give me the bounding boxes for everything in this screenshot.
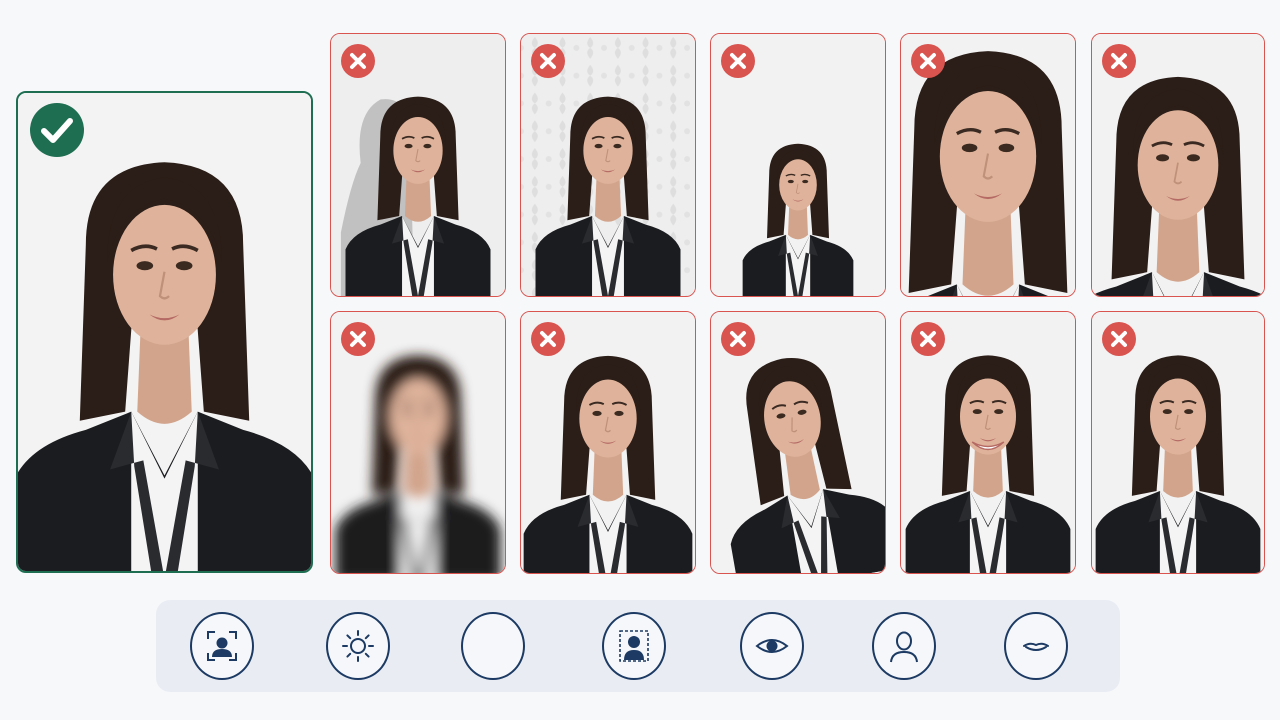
neutral-mouth-button[interactable] bbox=[1004, 612, 1068, 680]
rejected-photo-shadow[interactable] bbox=[330, 33, 506, 297]
rejected-photo-looking-away[interactable] bbox=[520, 311, 696, 574]
x-icon bbox=[911, 322, 945, 356]
rejected-photo-too-far[interactable] bbox=[710, 33, 886, 297]
rejected-photo-too-close[interactable] bbox=[900, 33, 1076, 297]
rejected-photo-heavy-makeup[interactable] bbox=[1091, 311, 1265, 574]
x-icon bbox=[341, 44, 375, 78]
rejected-photo-cropped[interactable] bbox=[1091, 33, 1265, 297]
rejected-photo-pattern[interactable] bbox=[520, 33, 696, 297]
rejected-photo-blurry[interactable] bbox=[330, 311, 506, 574]
rejected-photo-smiling[interactable] bbox=[900, 311, 1076, 574]
accepted-photo-card[interactable] bbox=[16, 91, 313, 573]
head-shoulders-button[interactable] bbox=[872, 612, 936, 680]
guideline-icon-bar bbox=[156, 600, 1120, 692]
circle-icon bbox=[473, 626, 513, 666]
neutral-mouth-icon bbox=[1023, 642, 1049, 651]
plain-circle-button[interactable] bbox=[461, 612, 525, 680]
x-icon bbox=[721, 322, 755, 356]
head-shoulders-icon bbox=[890, 631, 918, 663]
check-icon bbox=[30, 103, 84, 157]
face-frame-button[interactable] bbox=[190, 612, 254, 680]
x-icon bbox=[721, 44, 755, 78]
x-icon bbox=[1102, 44, 1136, 78]
eye-icon bbox=[755, 639, 789, 653]
x-icon bbox=[531, 322, 565, 356]
head-position-button[interactable] bbox=[602, 612, 666, 680]
x-icon bbox=[531, 44, 565, 78]
brightness-icon bbox=[342, 630, 374, 662]
photo-compliant bbox=[18, 93, 311, 571]
face-frame-icon bbox=[207, 631, 237, 661]
rejected-photo-head-tilted[interactable] bbox=[710, 311, 886, 574]
brightness-button[interactable] bbox=[326, 612, 390, 680]
x-icon bbox=[1102, 322, 1136, 356]
eyes-open-button[interactable] bbox=[740, 612, 804, 680]
x-icon bbox=[911, 44, 945, 78]
x-icon bbox=[341, 322, 375, 356]
head-position-icon bbox=[619, 630, 649, 662]
